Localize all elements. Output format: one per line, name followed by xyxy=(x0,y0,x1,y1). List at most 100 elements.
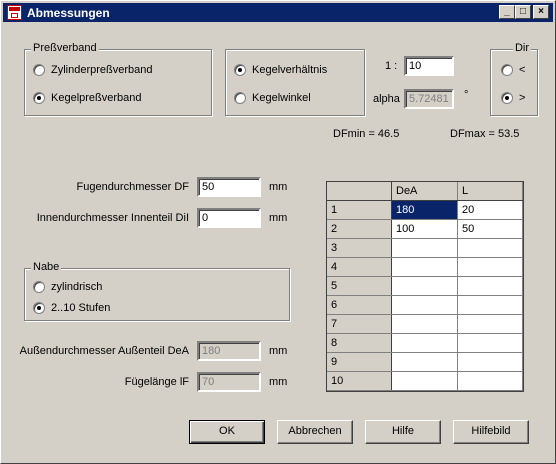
innendurchmesser-label: Innendurchmesser Innenteil DiI xyxy=(36,212,189,224)
grid-cell-dea[interactable]: 180 xyxy=(391,200,458,220)
grid-row-header[interactable]: 2 xyxy=(327,219,392,239)
alpha-input[interactable]: 5.72481 xyxy=(404,89,454,109)
dialog-window: Abmessungen _ □ × Preßverband Zylinderpr… xyxy=(0,0,556,464)
help-image-button[interactable]: Hilfebild xyxy=(453,420,529,444)
aussendurchmesser-unit: mm xyxy=(269,345,288,357)
ratio-input[interactable]: 10 xyxy=(404,56,454,76)
grid-row-header[interactable]: 1 xyxy=(327,200,392,220)
dir-group: Dir < > xyxy=(490,42,538,116)
radio-circle[interactable] xyxy=(33,281,45,293)
nabe-group: Nabe zylindrisch 2..10 Stufen xyxy=(24,261,290,321)
help-button[interactable]: Hilfe xyxy=(365,420,441,444)
alpha-label: alpha xyxy=(373,93,400,105)
grid-row: 8 xyxy=(327,333,523,353)
kegel-group: Kegelverhältnis Kegelwinkel xyxy=(225,49,365,116)
radio-label: Kegelwinkel xyxy=(252,92,311,104)
grid-cell-dea[interactable] xyxy=(391,276,458,296)
radio-label: Zylinderpreßverband xyxy=(51,64,153,76)
grid-row: 3 xyxy=(327,238,523,258)
grid-row-header[interactable]: 9 xyxy=(327,352,392,372)
grid-cell-dea[interactable] xyxy=(391,333,458,353)
radio-dir-right[interactable]: > xyxy=(501,92,525,104)
radio-kegelpressverband[interactable]: Kegelpreßverband xyxy=(33,92,142,104)
grid-cell-dea[interactable] xyxy=(391,371,458,391)
grid-row-header[interactable]: 10 xyxy=(327,371,392,391)
ratio-label: 1 : xyxy=(385,60,398,72)
window-title: Abmessungen xyxy=(27,6,110,20)
grid-header-l[interactable]: L xyxy=(457,182,523,201)
grid-header-dea[interactable]: DeA xyxy=(391,182,458,201)
radio-circle-checked[interactable] xyxy=(33,302,45,314)
grid-cell-dea[interactable] xyxy=(391,295,458,315)
radio-dir-left[interactable]: < xyxy=(501,64,525,76)
radio-zylinderpressverband[interactable]: Zylinderpreßverband xyxy=(33,64,153,76)
aussendurchmesser-input[interactable]: 180 xyxy=(197,341,261,361)
innendurchmesser-unit: mm xyxy=(269,212,288,224)
grid-cell-l[interactable] xyxy=(457,276,523,296)
grid-row: 9 xyxy=(327,352,523,372)
radio-label: Kegelverhältnis xyxy=(252,64,328,76)
radio-circle-checked[interactable] xyxy=(501,92,513,104)
grid-table: DeA L 1 180 20 2 100 50 3 4 5 6 7 8 9 10 xyxy=(327,182,523,391)
cancel-button[interactable]: Abbrechen xyxy=(277,420,353,444)
grid-row: 10 xyxy=(327,371,523,391)
title-bar[interactable]: Abmessungen _ □ × xyxy=(3,3,553,22)
stufen-grid[interactable]: DeA L 1 180 20 2 100 50 3 4 5 6 7 8 9 10 xyxy=(326,181,524,392)
grid-cell-dea[interactable] xyxy=(391,314,458,334)
nabe-legend: Nabe xyxy=(31,261,62,273)
radio-kegelwinkel[interactable]: Kegelwinkel xyxy=(234,92,311,104)
close-button[interactable]: × xyxy=(533,5,549,19)
radio-circle[interactable] xyxy=(33,64,45,76)
radio-label: < xyxy=(519,64,526,76)
grid-cell-dea[interactable]: 100 xyxy=(391,219,458,239)
dfmin-text: DFmin = 46.5 xyxy=(333,128,400,140)
grid-row: 4 xyxy=(327,257,523,277)
dir-legend: Dir xyxy=(512,42,531,54)
grid-row: 5 xyxy=(327,276,523,296)
innendurchmesser-input[interactable]: 0 xyxy=(197,208,261,228)
radio-circle-checked[interactable] xyxy=(33,92,45,104)
minimize-button[interactable]: _ xyxy=(499,5,515,19)
grid-cell-dea[interactable] xyxy=(391,352,458,372)
radio-label: Kegelpreßverband xyxy=(51,92,142,104)
grid-cell-l[interactable] xyxy=(457,314,523,334)
grid-header-row: DeA L xyxy=(327,182,523,201)
pressverband-group: Preßverband Zylinderpreßverband Kegelpre… xyxy=(24,42,212,116)
grid-cell-l[interactable]: 50 xyxy=(457,219,523,239)
radio-kegelverhaeltnis[interactable]: Kegelverhältnis xyxy=(234,64,327,76)
maximize-button[interactable]: □ xyxy=(515,5,531,19)
grid-cell-l[interactable]: 20 xyxy=(457,200,523,220)
grid-cell-l[interactable] xyxy=(457,371,523,391)
radio-zylindrisch[interactable]: zylindrisch xyxy=(33,281,102,293)
ok-button[interactable]: OK xyxy=(189,420,265,444)
grid-row-header[interactable]: 6 xyxy=(327,295,392,315)
grid-cell-l[interactable] xyxy=(457,257,523,277)
radio-circle-checked[interactable] xyxy=(234,64,246,76)
radio-label: > xyxy=(519,92,526,104)
fugendurchmesser-input[interactable]: 50 xyxy=(197,177,261,197)
fuegelaenge-label: Fügelänge lF xyxy=(124,376,189,388)
fuegelaenge-input[interactable]: 70 xyxy=(197,372,261,392)
radio-circle[interactable] xyxy=(501,64,513,76)
grid-row: 6 xyxy=(327,295,523,315)
grid-cell-dea[interactable] xyxy=(391,238,458,258)
grid-cell-l[interactable] xyxy=(457,295,523,315)
grid-row: 2 100 50 xyxy=(327,219,523,239)
grid-cell-l[interactable] xyxy=(457,333,523,353)
grid-cell-l[interactable] xyxy=(457,352,523,372)
app-icon[interactable] xyxy=(7,5,22,20)
grid-row-header[interactable]: 7 xyxy=(327,314,392,334)
grid-cell-dea[interactable] xyxy=(391,257,458,277)
grid-row-header[interactable]: 5 xyxy=(327,276,392,296)
grid-row-header[interactable]: 3 xyxy=(327,238,392,258)
radio-stufen[interactable]: 2..10 Stufen xyxy=(33,302,110,314)
dfmax-text: DFmax = 53.5 xyxy=(450,128,520,140)
radio-circle[interactable] xyxy=(234,92,246,104)
aussendurchmesser-label: Außendurchmesser Außenteil DeA xyxy=(19,345,189,357)
grid-cell-l[interactable] xyxy=(457,238,523,258)
radio-label: 2..10 Stufen xyxy=(51,302,111,314)
grid-row-header[interactable]: 4 xyxy=(327,257,392,277)
grid-row: 1 180 20 xyxy=(327,200,523,220)
grid-row-header[interactable]: 8 xyxy=(327,333,392,353)
grid-row: 7 xyxy=(327,314,523,334)
